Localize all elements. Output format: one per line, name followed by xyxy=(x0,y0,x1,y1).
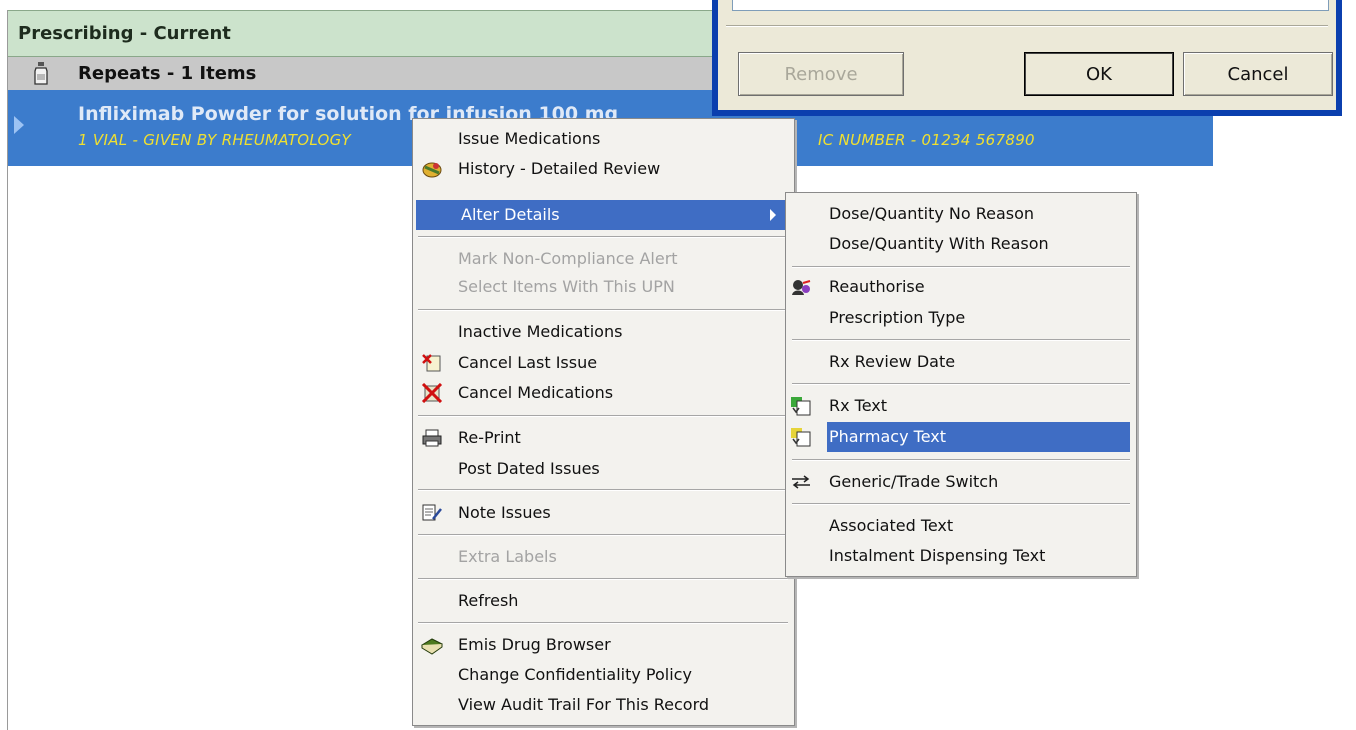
rx-text-icon xyxy=(790,396,812,416)
submenu-item-rx-review-date[interactable]: Rx Review Date xyxy=(786,347,1136,377)
menu-item-history-review[interactable]: History - Detailed Review xyxy=(413,154,794,184)
menu-separator xyxy=(418,415,788,417)
submenu-separator xyxy=(792,266,1130,268)
menu-item-label: Select Items With This UPN xyxy=(458,277,675,296)
menu-item-label: Post Dated Issues xyxy=(458,459,600,478)
history-icon xyxy=(421,159,443,179)
menu-item-label: Extra Labels xyxy=(458,547,557,566)
dialog-separator xyxy=(726,25,1328,27)
reauthorise-icon xyxy=(790,277,812,297)
drug-dosage-note: 1 VIAL - GIVEN BY RHEUMATOLOGY xyxy=(78,131,352,149)
menu-item-emis-drug-browser[interactable]: Emis Drug Browser xyxy=(413,630,794,660)
drug-note-contact: IC NUMBER - 01234 567890 xyxy=(818,131,1035,149)
submenu-arrow-icon xyxy=(770,209,776,221)
menu-item-inactive-medications[interactable]: Inactive Medications xyxy=(413,317,794,347)
book-icon xyxy=(421,635,443,655)
menu-separator xyxy=(418,489,788,491)
ok-button-label: OK xyxy=(1086,64,1112,85)
submenu-item-generic-trade-switch[interactable]: Generic/Trade Switch xyxy=(786,467,1136,497)
submenu-separator xyxy=(792,383,1130,385)
menu-item-re-print[interactable]: Re-Print xyxy=(413,423,794,453)
menu-separator xyxy=(418,578,788,580)
menu-item-label: History - Detailed Review xyxy=(458,159,661,178)
submenu-item-label: Prescription Type xyxy=(829,308,966,327)
row-pointer-icon xyxy=(14,116,24,134)
dialog-text-field[interactable] xyxy=(732,0,1329,11)
printer-icon xyxy=(421,428,443,448)
menu-item-label: Re-Print xyxy=(458,428,521,447)
submenu-item-dose-no-reason[interactable]: Dose/Quantity No Reason xyxy=(786,199,1136,229)
submenu-item-instalment-dispensing-text[interactable]: Instalment Dispensing Text xyxy=(786,541,1136,571)
text-dialog: Remove OK Cancel xyxy=(712,0,1342,116)
submenu-item-prescription-type[interactable]: Prescription Type xyxy=(786,303,1136,333)
menu-separator xyxy=(418,236,788,238)
menu-item-label: Cancel Last Issue xyxy=(458,353,598,372)
menu-item-view-audit-trail[interactable]: View Audit Trail For This Record xyxy=(413,690,794,720)
menu-item-alter-details[interactable]: Alter Details xyxy=(416,200,788,230)
submenu-item-pharmacy-text[interactable]: Pharmacy Text xyxy=(827,422,1130,452)
menu-item-label: Inactive Medications xyxy=(458,322,623,341)
dialog-body: Remove OK Cancel xyxy=(718,0,1336,110)
menu-item-label: Emis Drug Browser xyxy=(458,635,611,654)
page-title: Prescribing - Current xyxy=(18,23,231,44)
menu-item-note-issues[interactable]: Note Issues xyxy=(413,498,794,528)
menu-item-mark-non-compliance[interactable]: Mark Non-Compliance Alert xyxy=(413,244,794,274)
submenu-separator xyxy=(792,503,1130,505)
submenu-item-associated-text[interactable]: Associated Text xyxy=(786,511,1136,541)
submenu-item-dose-with-reason[interactable]: Dose/Quantity With Reason xyxy=(786,229,1136,259)
menu-item-select-upn[interactable]: Select Items With This UPN xyxy=(413,272,794,302)
submenu-separator xyxy=(792,459,1130,461)
menu-item-cancel-last-issue[interactable]: Cancel Last Issue xyxy=(413,348,794,378)
submenu-separator xyxy=(792,339,1130,341)
submenu-item-label: Dose/Quantity With Reason xyxy=(829,234,1049,253)
menu-item-label: Mark Non-Compliance Alert xyxy=(458,249,678,268)
menu-item-label: Alter Details xyxy=(461,205,560,224)
cancel-last-issue-icon xyxy=(421,353,443,373)
menu-item-label: Change Confidentiality Policy xyxy=(458,665,692,684)
menu-item-label: Note Issues xyxy=(458,503,551,522)
menu-item-label: Issue Medications xyxy=(458,129,601,148)
menu-separator xyxy=(418,309,788,311)
menu-item-change-confidentiality[interactable]: Change Confidentiality Policy xyxy=(413,660,794,690)
menu-item-label: View Audit Trail For This Record xyxy=(458,695,710,714)
note-icon xyxy=(421,503,443,523)
submenu-item-label: Associated Text xyxy=(829,516,954,535)
menu-item-extra-labels[interactable]: Extra Labels xyxy=(413,542,794,572)
alter-details-submenu: Dose/Quantity No Reason Dose/Quantity Wi… xyxy=(785,192,1137,577)
cancel-medications-icon xyxy=(421,382,443,404)
pharmacy-text-icon xyxy=(790,427,812,447)
menu-separator xyxy=(418,622,788,624)
submenu-item-label: Generic/Trade Switch xyxy=(829,472,999,491)
ok-button[interactable]: OK xyxy=(1024,52,1174,96)
submenu-item-label: Dose/Quantity No Reason xyxy=(829,204,1035,223)
menu-item-refresh[interactable]: Refresh xyxy=(413,586,794,616)
submenu-item-rx-text[interactable]: Rx Text xyxy=(786,391,1136,421)
menu-item-label: Cancel Medications xyxy=(458,383,614,402)
menu-separator xyxy=(418,534,788,536)
bottle-icon xyxy=(32,61,50,85)
remove-button[interactable]: Remove xyxy=(738,52,904,96)
menu-item-issue-medications[interactable]: Issue Medications xyxy=(413,124,794,154)
submenu-item-label: Rx Text xyxy=(829,396,888,415)
context-menu: Issue Medications History - Detailed Rev… xyxy=(412,118,795,726)
remove-button-label: Remove xyxy=(784,64,858,85)
submenu-item-reauthorise[interactable]: Reauthorise xyxy=(786,272,1136,302)
switch-icon xyxy=(790,472,812,492)
submenu-item-label: Instalment Dispensing Text xyxy=(829,546,1046,565)
menu-item-post-dated-issues[interactable]: Post Dated Issues xyxy=(413,454,794,484)
menu-item-cancel-medications[interactable]: Cancel Medications xyxy=(413,378,794,408)
cancel-button[interactable]: Cancel xyxy=(1183,52,1333,96)
group-label: Repeats - 1 Items xyxy=(78,63,257,84)
submenu-item-label: Reauthorise xyxy=(829,277,925,296)
menu-item-label: Refresh xyxy=(458,591,519,610)
cancel-button-label: Cancel xyxy=(1227,64,1289,85)
submenu-item-label: Rx Review Date xyxy=(829,352,956,371)
submenu-item-label: Pharmacy Text xyxy=(829,427,946,446)
